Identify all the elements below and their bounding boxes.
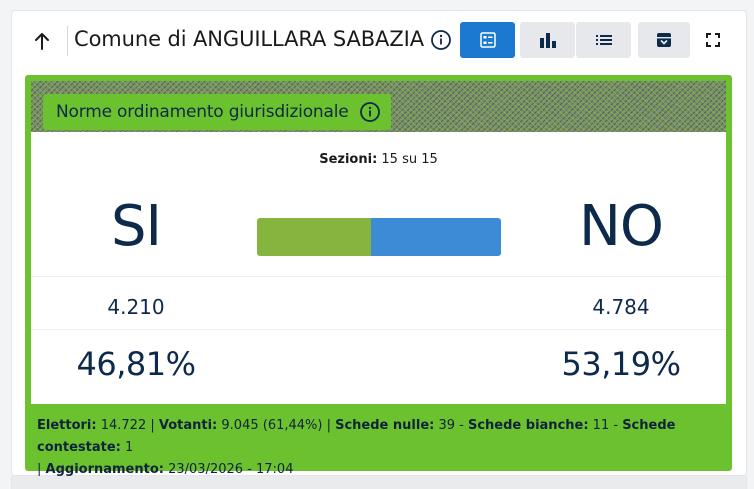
- bianche-value: 11 -: [588, 418, 623, 433]
- elettori-label: Elettori:: [37, 418, 97, 433]
- sezioni-count: Sezioni: 15 su 15: [31, 152, 726, 167]
- page-title: Comune di ANGUILLARA SABAZIA: [74, 27, 424, 51]
- bar-chart-icon: [539, 33, 556, 48]
- si-label: SI: [110, 194, 162, 259]
- no-bar-segment: [371, 218, 501, 256]
- question-label: Norme ordinamento giurisdizionale: [56, 102, 349, 122]
- fullscreen-icon: [706, 33, 720, 47]
- detail-view-button[interactable]: [460, 22, 515, 58]
- aggiornamento-value: 23/03/2026 - 17:04: [163, 462, 294, 477]
- no-label: NO: [579, 194, 664, 259]
- elettori-value: 14.722 |: [96, 418, 159, 433]
- divider: [31, 329, 726, 330]
- back-button[interactable]: [30, 29, 54, 53]
- archive-button[interactable]: [638, 22, 690, 58]
- votanti-value: 9.045 (61,44%) |: [217, 418, 336, 433]
- info-icon: [431, 30, 451, 50]
- results-card: Comune di ANGUILLARA SABAZIA Norme ordin…: [11, 10, 747, 477]
- archive-icon: [657, 33, 671, 47]
- no-votes: 4.784: [592, 295, 650, 319]
- bianche-label: Schede bianche:: [467, 418, 589, 433]
- arrow-up-icon: [35, 33, 49, 50]
- list-view-button[interactable]: [576, 22, 631, 58]
- chart-view-button[interactable]: [520, 22, 575, 58]
- header-info-button[interactable]: [430, 29, 452, 51]
- sezioni-label: Sezioni:: [319, 152, 378, 167]
- nulle-value: 39 -: [434, 418, 468, 433]
- detail-view-icon: [479, 32, 496, 48]
- list-icon: [595, 35, 612, 45]
- no-percent: 53,19%: [561, 345, 681, 383]
- si-bar-segment: [257, 218, 372, 256]
- votanti-label: Votanti:: [158, 418, 218, 433]
- fullscreen-button[interactable]: [702, 29, 724, 51]
- divider: [31, 276, 726, 277]
- sezioni-value: 15 su 15: [377, 152, 438, 167]
- results-body: Sezioni: 15 su 15 SI NO 4.210 4.784 46,8…: [31, 132, 726, 404]
- aggiornamento-label: Aggiornamento:: [45, 462, 164, 477]
- referendum-panel: Norme ordinamento giurisdizionale Sezion…: [25, 75, 732, 477]
- panel-pattern-banner: Norme ordinamento giurisdizionale: [31, 81, 726, 132]
- info-icon[interactable]: [359, 101, 381, 123]
- question-badge[interactable]: Norme ordinamento giurisdizionale: [43, 94, 391, 130]
- next-card-edge: [11, 476, 747, 489]
- si-votes: 4.210: [107, 295, 165, 319]
- contestate-value: 1: [120, 440, 134, 455]
- footer-separator: |: [37, 462, 46, 477]
- turnout-summary: Elettori: 14.722 | Votanti: 9.045 (61,44…: [37, 415, 727, 481]
- si-percent: 46,81%: [76, 345, 196, 383]
- card-header: Comune di ANGUILLARA SABAZIA: [12, 11, 746, 71]
- result-bar: [257, 218, 501, 256]
- title-divider: [67, 26, 68, 56]
- nulle-label: Schede nulle:: [335, 418, 435, 433]
